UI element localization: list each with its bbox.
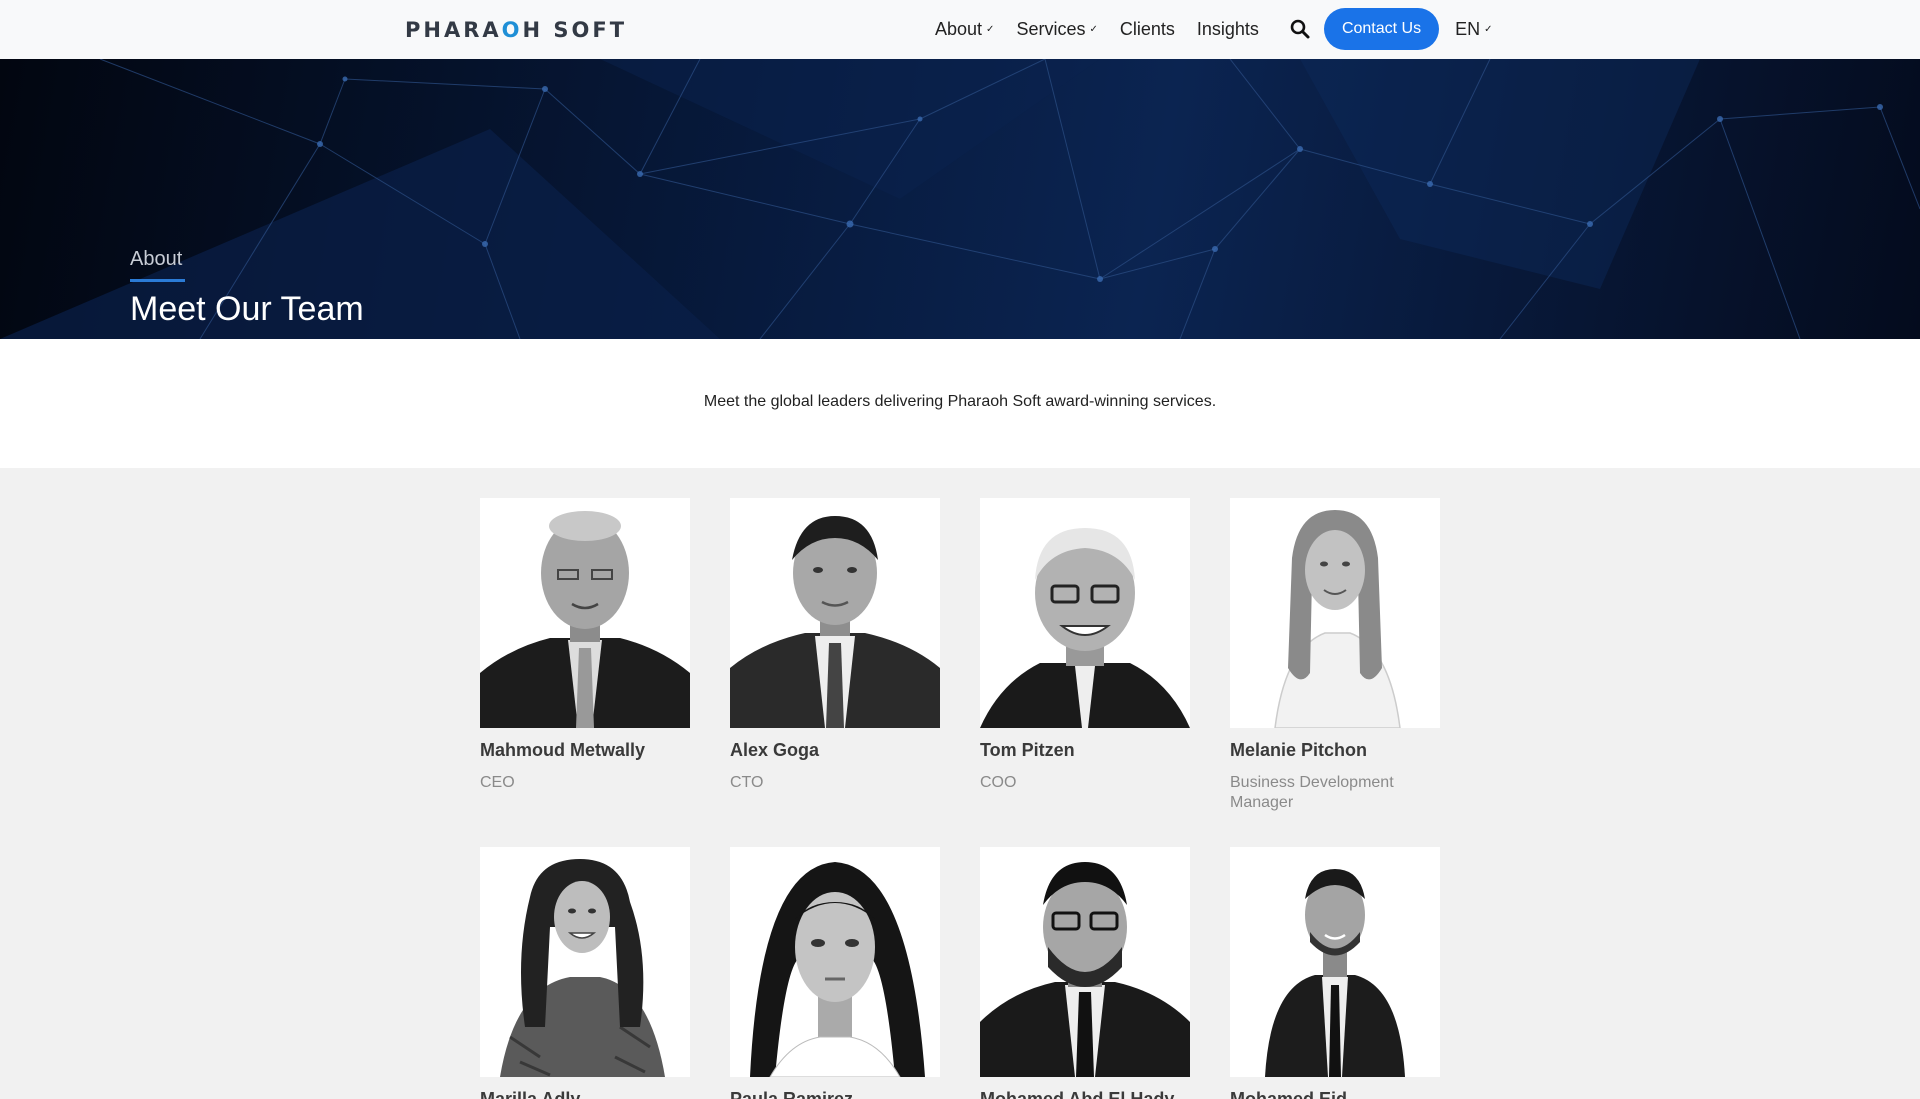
company-logo[interactable]: PHARAOH SOFT	[405, 18, 627, 42]
member-role: CEO	[480, 774, 515, 791]
member-name: Alex Goga	[730, 740, 820, 760]
member-name: Mahmoud Metwally	[480, 740, 646, 760]
member-name: Mohamed Abd El Hady	[980, 1089, 1175, 1099]
search-icon[interactable]	[1289, 18, 1311, 40]
team-member-card[interactable]: Tom Pitzen COO	[980, 498, 1190, 793]
hero-eyebrow-underline	[130, 279, 185, 282]
intro-text: Meet the global leaders delivering Phara…	[703, 393, 1217, 410]
main-nav: About ✓ Services ✓ Clients Insights Cont…	[935, 0, 1492, 58]
logo-text-accent: O	[501, 18, 523, 42]
member-role: CTO	[730, 774, 764, 791]
hero-eyebrow-label: About	[130, 248, 183, 270]
team-member-card[interactable]: Marilla Adly	[480, 847, 690, 1099]
member-name: Tom Pitzen	[980, 740, 1075, 760]
logo-text-end: H SOFT	[522, 18, 628, 42]
member-photo	[980, 847, 1190, 1077]
nav-item-label: Services	[1016, 18, 1086, 39]
team-member-card[interactable]: Alex Goga CTO	[730, 498, 940, 793]
nav-item-clients[interactable]: Clients	[1120, 19, 1175, 40]
nav-item-label: Insights	[1196, 18, 1259, 39]
top-navbar: PHARAOH SOFT About ✓ Services ✓ Clients …	[0, 0, 1920, 59]
member-name: Mohamed Eid	[1230, 1089, 1348, 1099]
member-role: COO	[980, 774, 1017, 791]
member-photo	[980, 498, 1190, 728]
member-photo	[480, 847, 690, 1077]
contact-us-button[interactable]: Contact Us	[1323, 8, 1440, 50]
member-name: Paula Ramirez	[730, 1089, 854, 1099]
chevron-down-icon: ✓	[986, 23, 995, 35]
hero-banner: About Meet Our Team	[0, 59, 1920, 339]
chevron-down-icon: ✓	[1484, 23, 1493, 35]
member-photo	[730, 498, 940, 728]
team-member-card[interactable]: Melanie Pitchon Business Development Man…	[1230, 498, 1440, 813]
team-member-card[interactable]: Mahmoud Metwally CEO	[480, 498, 690, 793]
intro-section: Meet the global leaders delivering Phara…	[0, 339, 1920, 468]
nav-item-insights[interactable]: Insights	[1197, 19, 1259, 40]
member-name: Melanie Pitchon	[1230, 740, 1368, 760]
member-name: Marilla Adly	[480, 1089, 581, 1099]
team-member-card[interactable]: Paula Ramirez	[730, 847, 940, 1099]
member-photo	[1230, 498, 1440, 728]
team-grid: Mahmoud Metwally CEO Alex Goga CTO Tom P…	[0, 468, 1920, 1099]
member-photo	[730, 847, 940, 1077]
nav-item-label: About	[935, 18, 983, 39]
nav-item-services[interactable]: Services ✓	[1016, 19, 1097, 40]
nav-item-about[interactable]: About ✓	[935, 19, 994, 40]
team-member-card[interactable]: Mohamed Abd El Hady	[980, 847, 1190, 1099]
member-role: Business Development Manager	[1230, 774, 1394, 811]
language-selector[interactable]: EN ✓	[1455, 19, 1492, 40]
member-photo	[480, 498, 690, 728]
logo-text-start: PHARA	[405, 18, 502, 42]
team-member-card[interactable]: Mohamed Eid	[1230, 847, 1440, 1099]
chevron-down-icon: ✓	[1089, 23, 1098, 35]
language-label: EN	[1455, 18, 1481, 39]
page-title: Meet Our Team	[130, 290, 364, 328]
member-photo	[1230, 847, 1440, 1077]
nav-item-label: Clients	[1119, 18, 1175, 39]
